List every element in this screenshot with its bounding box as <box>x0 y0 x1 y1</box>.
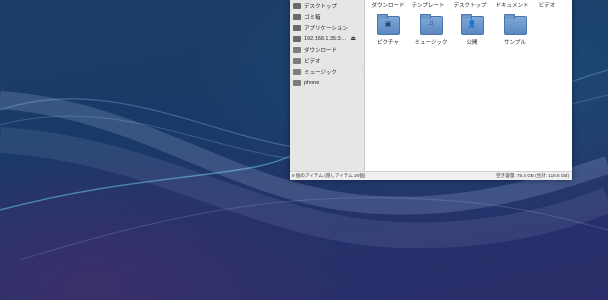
sidebar-item-label: ミュージック <box>304 69 337 76</box>
folder-name-downloads[interactable]: ダウンロード <box>366 1 410 9</box>
sidebar-item-trash[interactable]: ゴミ箱 <box>290 11 364 22</box>
desktop-icon <box>293 2 301 9</box>
folder-name-videos[interactable]: ビデオ <box>525 1 569 9</box>
folder-label: サンプル <box>504 40 526 46</box>
folder-name-templates[interactable]: テンプレート <box>406 1 450 9</box>
sidebar-item-videos[interactable]: ビデオ <box>290 55 364 66</box>
folder-icon <box>503 14 527 35</box>
public-folder-icon: 👤 <box>460 14 484 35</box>
folder-icon <box>293 57 301 64</box>
folder-samples[interactable]: サンプル <box>493 14 537 46</box>
folder-names-row: ダウンロード テンプレート デスクトップ ドキュメント ビデオ <box>365 1 572 10</box>
folder-grid: ▣ ピクチャ ♫ ミュージック 👤 公開 サンプル <box>365 14 572 50</box>
file-manager-window: デスクトップ ゴミ箱 アプリケーション 192.168.1.35:3… ⏏ ダウ… <box>290 0 572 180</box>
sidebar-item-label: アプリケーション <box>304 25 348 32</box>
file-view: ダウンロード テンプレート デスクトップ ドキュメント ビデオ ▣ ピクチャ ♫… <box>365 0 572 172</box>
folder-pictures[interactable]: ▣ ピクチャ <box>366 14 410 46</box>
sidebar-item-label: ダウンロード <box>304 47 338 54</box>
status-bar: 9 個のアイテム (隠しアイテム 26個) 空き容量: 75.4 GB (合計:… <box>290 171 572 180</box>
trash-icon <box>293 13 301 20</box>
sidebar-item-applications[interactable]: アプリケーション <box>290 22 364 33</box>
applications-icon <box>293 24 301 31</box>
network-drive-icon <box>293 35 301 42</box>
sidebar-item-downloads[interactable]: ダウンロード <box>290 44 364 55</box>
pane-resize-handle[interactable]: · · · <box>362 66 364 78</box>
eject-icon[interactable]: ⏏ <box>350 35 356 42</box>
music-folder-icon: ♫ <box>419 14 443 35</box>
folder-icon <box>293 79 301 86</box>
sidebar-item-label: phone <box>304 79 320 86</box>
sidebar-item-network-drive[interactable]: 192.168.1.35:3… ⏏ <box>290 33 364 44</box>
folder-label: 公開 <box>466 40 478 46</box>
sidebar-item-phone[interactable]: phone <box>290 77 364 88</box>
folder-music[interactable]: ♫ ミュージック <box>409 14 453 46</box>
places-sidebar: デスクトップ ゴミ箱 アプリケーション 192.168.1.35:3… ⏏ ダウ… <box>290 0 365 172</box>
folder-label: ミュージック <box>414 40 448 46</box>
folder-name-desktop[interactable]: デスクトップ <box>448 1 492 9</box>
sidebar-item-music[interactable]: ミュージック <box>290 66 364 77</box>
free-space-status: 空き容量: 75.4 GB (合計: 119.8 GB) <box>496 173 569 178</box>
folder-icon <box>293 68 301 75</box>
sidebar-item-desktop[interactable]: デスクトップ <box>290 0 364 11</box>
sidebar-item-label: デスクトップ <box>304 3 338 10</box>
folder-icon <box>293 46 301 53</box>
folder-label: ピクチャ <box>377 40 399 46</box>
item-count-status: 9 個のアイテム (隠しアイテム 26個) <box>292 173 366 178</box>
sidebar-item-label: ビデオ <box>304 58 321 65</box>
folder-public[interactable]: 👤 公開 <box>450 14 494 46</box>
sidebar-item-label: 192.168.1.35:3… <box>304 35 347 42</box>
pictures-folder-icon: ▣ <box>376 14 400 35</box>
sidebar-item-label: ゴミ箱 <box>304 14 321 21</box>
